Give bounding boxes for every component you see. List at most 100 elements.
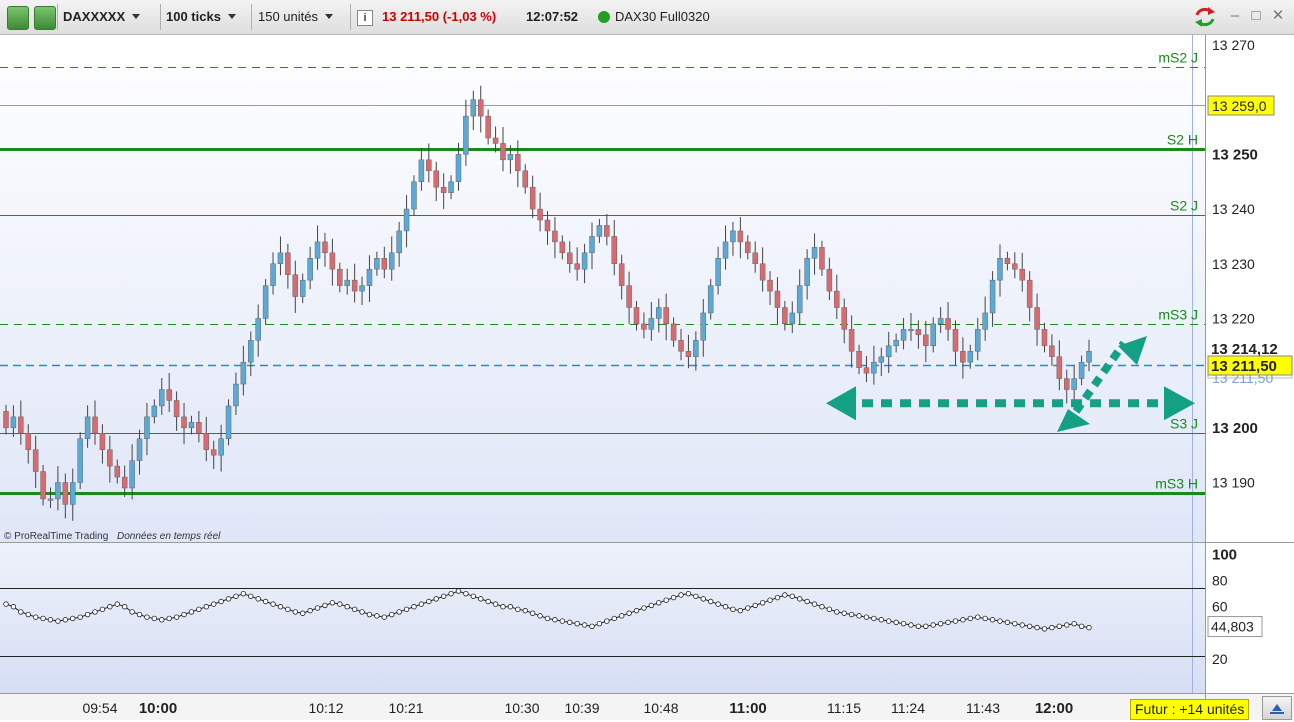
candle-up xyxy=(596,225,603,237)
time-tick-label: 11:15 xyxy=(827,700,861,716)
candle-up xyxy=(159,389,165,407)
oscillator-point xyxy=(1056,623,1063,629)
oscillator-point xyxy=(307,607,313,614)
candle-down xyxy=(737,230,744,243)
oscillator-point xyxy=(581,622,588,628)
candle-up xyxy=(151,405,158,418)
candle-up xyxy=(967,351,974,363)
candle-up xyxy=(77,438,83,483)
oscillator-point xyxy=(359,609,365,615)
divider xyxy=(160,4,161,30)
candle-up xyxy=(262,285,269,319)
candle-up xyxy=(448,181,454,193)
candle-up xyxy=(581,252,588,270)
candle-down xyxy=(1034,307,1040,330)
candle-down xyxy=(537,208,543,221)
candle-up xyxy=(878,356,885,363)
candle-up xyxy=(589,236,595,254)
candle-down xyxy=(440,186,447,193)
link-icon[interactable] xyxy=(34,6,56,30)
candle-down xyxy=(856,351,862,368)
candle-down xyxy=(166,389,172,401)
candle-up xyxy=(463,115,469,155)
candle-up xyxy=(693,340,699,357)
price-tick-label: 13 250 xyxy=(1212,146,1258,163)
oscillator-point xyxy=(151,615,158,622)
scroll-right-icon[interactable] xyxy=(1262,696,1292,720)
oscillator-point xyxy=(1026,623,1033,629)
candle-down xyxy=(1019,268,1025,281)
candle-up xyxy=(248,340,254,363)
price-chart[interactable]: mS2 J S2 H S2 J mS3 J S3 J mS3 H 13 270 13 250… xyxy=(0,35,1294,720)
oscillator-point xyxy=(797,596,803,602)
maximize-icon[interactable]: □ xyxy=(1248,8,1264,24)
oscillator-tick-label: 60 xyxy=(1212,599,1228,615)
time-tick-label: 11:00 xyxy=(729,700,767,717)
candle-up xyxy=(188,422,195,429)
candle-up xyxy=(1086,351,1092,363)
candle-down xyxy=(25,433,32,450)
units-select[interactable]: 150 unités xyxy=(258,0,333,34)
oscillator-point xyxy=(737,607,744,614)
candle-down xyxy=(40,471,46,500)
oscillator-point xyxy=(166,615,172,622)
candle-down xyxy=(826,268,833,292)
oscillator-point xyxy=(611,615,617,622)
oscillator-point xyxy=(900,620,907,627)
candle-down xyxy=(381,258,388,270)
instrument-select[interactable]: DAXXXXX xyxy=(63,0,140,34)
timeframe-select[interactable]: 100 ticks xyxy=(166,0,236,34)
chart-type-icon[interactable] xyxy=(7,6,29,30)
candle-down xyxy=(841,307,847,330)
candle-up xyxy=(277,252,284,264)
oscillator-point xyxy=(203,604,209,610)
refresh-arrows-icon[interactable] xyxy=(1193,6,1217,28)
candle-up xyxy=(403,208,410,232)
candle-down xyxy=(337,268,343,286)
oscillator-point xyxy=(285,606,291,613)
level-label: mS3 J xyxy=(1158,307,1198,323)
candle-down xyxy=(62,482,69,505)
level-label: mS3 H xyxy=(1155,476,1198,492)
candle-down xyxy=(670,323,677,341)
high-price-label: 13 214,12 xyxy=(1211,341,1278,358)
oscillator-point xyxy=(544,615,551,622)
time-tick-label: 10:39 xyxy=(564,700,599,716)
oscillator-point xyxy=(663,597,669,603)
time-tick-label: 12:00 xyxy=(1035,700,1073,717)
minimize-icon[interactable]: – xyxy=(1227,8,1243,24)
oscillator-point xyxy=(700,596,706,602)
oscillator-point xyxy=(129,609,135,615)
candle-up xyxy=(937,318,944,325)
oscillator-point xyxy=(767,597,773,603)
candle-down xyxy=(99,433,106,450)
candle-up xyxy=(299,279,306,297)
oscillator-point xyxy=(982,615,988,622)
level-label: S3 J xyxy=(1170,416,1198,432)
candle-up xyxy=(989,279,996,314)
info-icon[interactable]: i xyxy=(357,10,373,26)
candle-up xyxy=(893,340,899,347)
close-icon[interactable]: ✕ xyxy=(1270,8,1286,24)
candle-up xyxy=(225,405,232,439)
oscillator-point xyxy=(344,604,350,610)
oscillator-point xyxy=(3,601,9,607)
time-tick-label: 10:21 xyxy=(388,700,423,716)
candle-down xyxy=(515,154,521,172)
oscillator-point xyxy=(522,607,528,614)
oscillator-point xyxy=(440,593,447,599)
candle-down xyxy=(292,274,299,297)
oscillator-point xyxy=(937,620,944,627)
oscillator-point xyxy=(537,613,543,619)
candle-up xyxy=(366,268,373,286)
oscillator-point xyxy=(945,619,951,626)
candle-down xyxy=(1049,345,1055,357)
candle-down xyxy=(834,290,840,308)
time-tick-label: 10:48 xyxy=(643,700,678,716)
oscillator-point xyxy=(678,592,684,598)
oscillator-point xyxy=(136,611,143,618)
candle-down xyxy=(285,252,291,275)
oscillator-point xyxy=(10,604,17,610)
oscillator-point xyxy=(255,596,261,602)
divider xyxy=(350,4,351,30)
